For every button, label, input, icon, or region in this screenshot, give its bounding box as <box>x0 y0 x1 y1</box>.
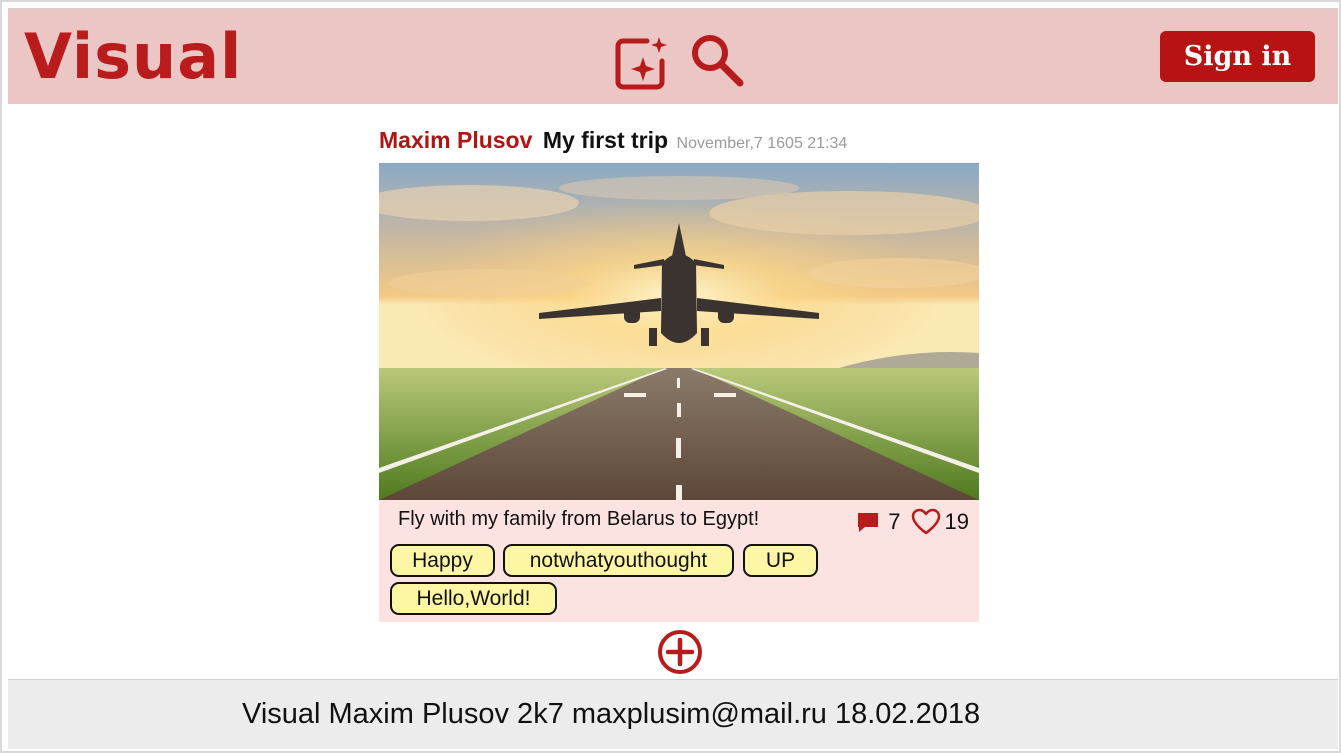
tag-notwhatyouthought[interactable]: notwhatyouthought <box>503 544 734 577</box>
footer: Visual Maxim Plusov 2k7 maxplusim@mail.r… <box>8 679 1338 749</box>
post-description: Fly with my family from Belarus to Egypt… <box>398 508 760 530</box>
post-header: Maxim Plusov My first trip November,7 16… <box>379 127 979 159</box>
tag-hello-world[interactable]: Hello,World! <box>390 582 557 615</box>
comment-icon[interactable] <box>856 510 880 534</box>
tag-up[interactable]: UP <box>743 544 818 577</box>
post-author[interactable]: Maxim Plusov <box>379 127 532 153</box>
heart-icon[interactable] <box>911 508 941 536</box>
tag-happy[interactable]: Happy <box>390 544 495 577</box>
post-title: My first trip <box>542 127 669 153</box>
post-details-panel: Fly with my family from Belarus to Egypt… <box>379 500 979 622</box>
post-photo[interactable] <box>379 163 979 500</box>
post-stats: 7 19 <box>856 508 969 536</box>
footer-text: Visual Maxim Plusov 2k7 maxplusim@mail.r… <box>242 698 981 730</box>
sign-in-button[interactable]: Sign in <box>1160 31 1315 82</box>
post-date: November,7 1605 21:34 <box>676 135 848 152</box>
search-icon[interactable] <box>688 31 746 89</box>
like-count: 19 <box>944 509 969 534</box>
comment-count: 7 <box>888 509 901 534</box>
plus-circle-icon[interactable] <box>657 629 703 675</box>
header-bar: Visual Sign in <box>8 8 1338 104</box>
app-frame: Visual Sign in Maxim Plusov My first tri… <box>0 0 1341 753</box>
add-photo-sparkle-icon[interactable] <box>613 33 671 91</box>
logo[interactable]: Visual <box>24 21 242 93</box>
